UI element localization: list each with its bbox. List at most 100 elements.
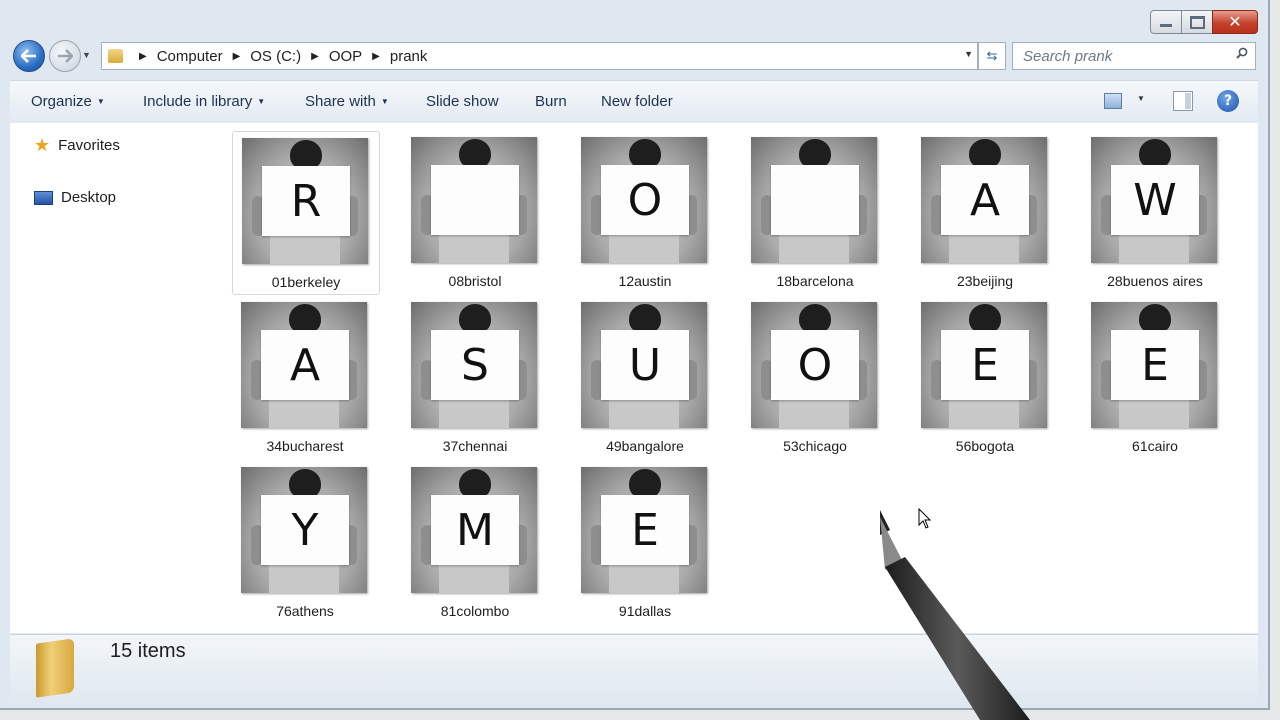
photo-thumbnail: A <box>921 137 1047 263</box>
photo-figure-torso <box>949 396 1019 428</box>
photo-thumbnail: E <box>581 467 707 593</box>
photo-figure-torso <box>1119 396 1189 428</box>
chevron-right-icon[interactable]: ▶ <box>372 51 380 62</box>
file-tile[interactable]: S 37chennai <box>402 296 550 460</box>
share-with-menu[interactable]: Share with ▼ <box>305 93 389 110</box>
photo-figure-torso <box>439 561 509 593</box>
file-name: 76athens <box>276 603 334 619</box>
chevron-right-icon[interactable]: ▶ <box>311 51 319 62</box>
photo-thumbnail: U <box>581 302 707 428</box>
search-icon[interactable] <box>1236 47 1248 59</box>
photo-thumbnail: Y <box>241 467 367 593</box>
desktop-icon <box>34 190 53 205</box>
help-icon: ? <box>1223 93 1233 109</box>
file-tile[interactable]: A 34bucharest <box>232 296 380 460</box>
photo-thumbnail: M <box>411 467 537 593</box>
file-list: R 01berkeley 08bristol O 12austin 18barcelona… <box>222 123 1258 633</box>
forward-button[interactable] <box>49 40 81 72</box>
breadcrumb-prank[interactable]: prank <box>390 48 428 65</box>
file-name: 34bucharest <box>266 438 344 454</box>
file-tile[interactable]: W 28buenos aires <box>1082 131 1230 295</box>
star-icon: ★ <box>34 135 51 155</box>
file-tile[interactable]: U 49bangalore <box>572 296 720 460</box>
letter-card: U <box>601 330 689 400</box>
file-tile[interactable]: M 81colombo <box>402 461 550 625</box>
file-name: 61cairo <box>1132 438 1178 454</box>
caret-down-icon: ▼ <box>380 97 389 106</box>
share-with-label: Share with <box>305 93 376 110</box>
file-name: 37chennai <box>442 438 508 454</box>
maximize-button[interactable] <box>1181 10 1213 34</box>
letter-card: E <box>941 330 1029 400</box>
organize-menu[interactable]: Organize ▼ <box>31 93 105 110</box>
letter-card: R <box>262 166 350 236</box>
file-tile[interactable]: 18barcelona <box>742 131 890 295</box>
file-tile[interactable]: O 12austin <box>572 131 720 295</box>
help-button[interactable]: ? <box>1217 90 1239 112</box>
close-button[interactable]: ✕ <box>1212 10 1258 34</box>
new-folder-button[interactable]: New folder <box>601 93 673 110</box>
breadcrumb-drive[interactable]: OS (C:) <box>250 48 301 65</box>
file-name: 18barcelona <box>776 273 854 289</box>
search-box[interactable] <box>1012 42 1256 70</box>
preview-pane-button[interactable] <box>1173 91 1193 111</box>
sidebar-item-label: Desktop <box>61 189 117 206</box>
photo-figure-torso <box>270 232 340 264</box>
file-name: 53chicago <box>783 438 847 454</box>
letter-card <box>431 165 519 235</box>
file-name: 08bristol <box>448 273 502 289</box>
minimize-button[interactable] <box>1150 10 1182 34</box>
recent-pages-button[interactable]: ▼ <box>82 50 91 60</box>
photo-figure-torso <box>779 396 849 428</box>
file-tile[interactable]: E 56bogota <box>912 296 1060 460</box>
view-options-dropdown-icon[interactable]: ▼ <box>1137 94 1145 103</box>
photo-thumbnail: A <box>241 302 367 428</box>
file-name: 01berkeley <box>271 274 341 290</box>
back-button[interactable] <box>13 40 45 72</box>
letter-card: A <box>261 330 349 400</box>
file-tile[interactable]: R 01berkeley <box>232 131 380 295</box>
navigation-pane: ★ Favorites Desktop <box>10 123 222 633</box>
file-tile[interactable]: E 91dallas <box>572 461 720 625</box>
file-tile[interactable]: E 61cairo <box>1082 296 1230 460</box>
minimize-icon <box>1160 24 1172 27</box>
file-name: 12austin <box>618 273 672 289</box>
photo-figure-torso <box>609 231 679 263</box>
file-tile[interactable]: 08bristol <box>402 131 550 295</box>
file-name: 56bogota <box>955 438 1015 454</box>
letter-card: E <box>601 495 689 565</box>
change-view-button[interactable] <box>1104 93 1122 109</box>
file-tile[interactable]: Y 76athens <box>232 461 380 625</box>
photo-figure-torso <box>609 396 679 428</box>
burn-button[interactable]: Burn <box>535 93 567 110</box>
search-input[interactable] <box>1021 46 1225 66</box>
slide-show-button[interactable]: Slide show <box>426 93 499 110</box>
caret-down-icon: ▼ <box>96 97 105 106</box>
breadcrumb-oop[interactable]: OOP <box>329 48 362 65</box>
photo-figure-torso <box>609 561 679 593</box>
refresh-button[interactable]: ⇆ <box>978 42 1006 70</box>
photo-figure-torso <box>439 231 509 263</box>
address-dropdown-icon[interactable]: ▼ <box>964 49 973 59</box>
refresh-icon: ⇆ <box>986 48 998 63</box>
photo-figure-torso <box>1119 231 1189 263</box>
address-bar[interactable]: ▶ Computer ▶ OS (C:) ▶ OOP ▶ prank ▼ <box>101 42 978 70</box>
letter-card: M <box>431 495 519 565</box>
chevron-right-icon[interactable]: ▶ <box>233 51 241 62</box>
file-name: 91dallas <box>618 603 672 619</box>
letter-card <box>771 165 859 235</box>
organize-label: Organize <box>31 93 92 110</box>
photo-thumbnail <box>751 137 877 263</box>
photo-thumbnail: W <box>1091 137 1217 263</box>
arrow-left-icon <box>21 49 36 63</box>
sidebar-item-desktop[interactable]: Desktop <box>34 189 116 206</box>
photo-thumbnail: E <box>921 302 1047 428</box>
file-tile[interactable]: A 23beijing <box>912 131 1060 295</box>
sidebar-item-favorites[interactable]: ★ Favorites <box>34 135 120 156</box>
chevron-right-icon[interactable]: ▶ <box>139 51 147 62</box>
include-in-library-menu[interactable]: Include in library ▼ <box>143 93 265 110</box>
breadcrumb-computer[interactable]: Computer <box>157 48 223 65</box>
file-tile[interactable]: O 53chicago <box>742 296 890 460</box>
photo-thumbnail <box>411 137 537 263</box>
command-bar: Organize ▼ Include in library ▼ Share with… <box>10 80 1258 124</box>
